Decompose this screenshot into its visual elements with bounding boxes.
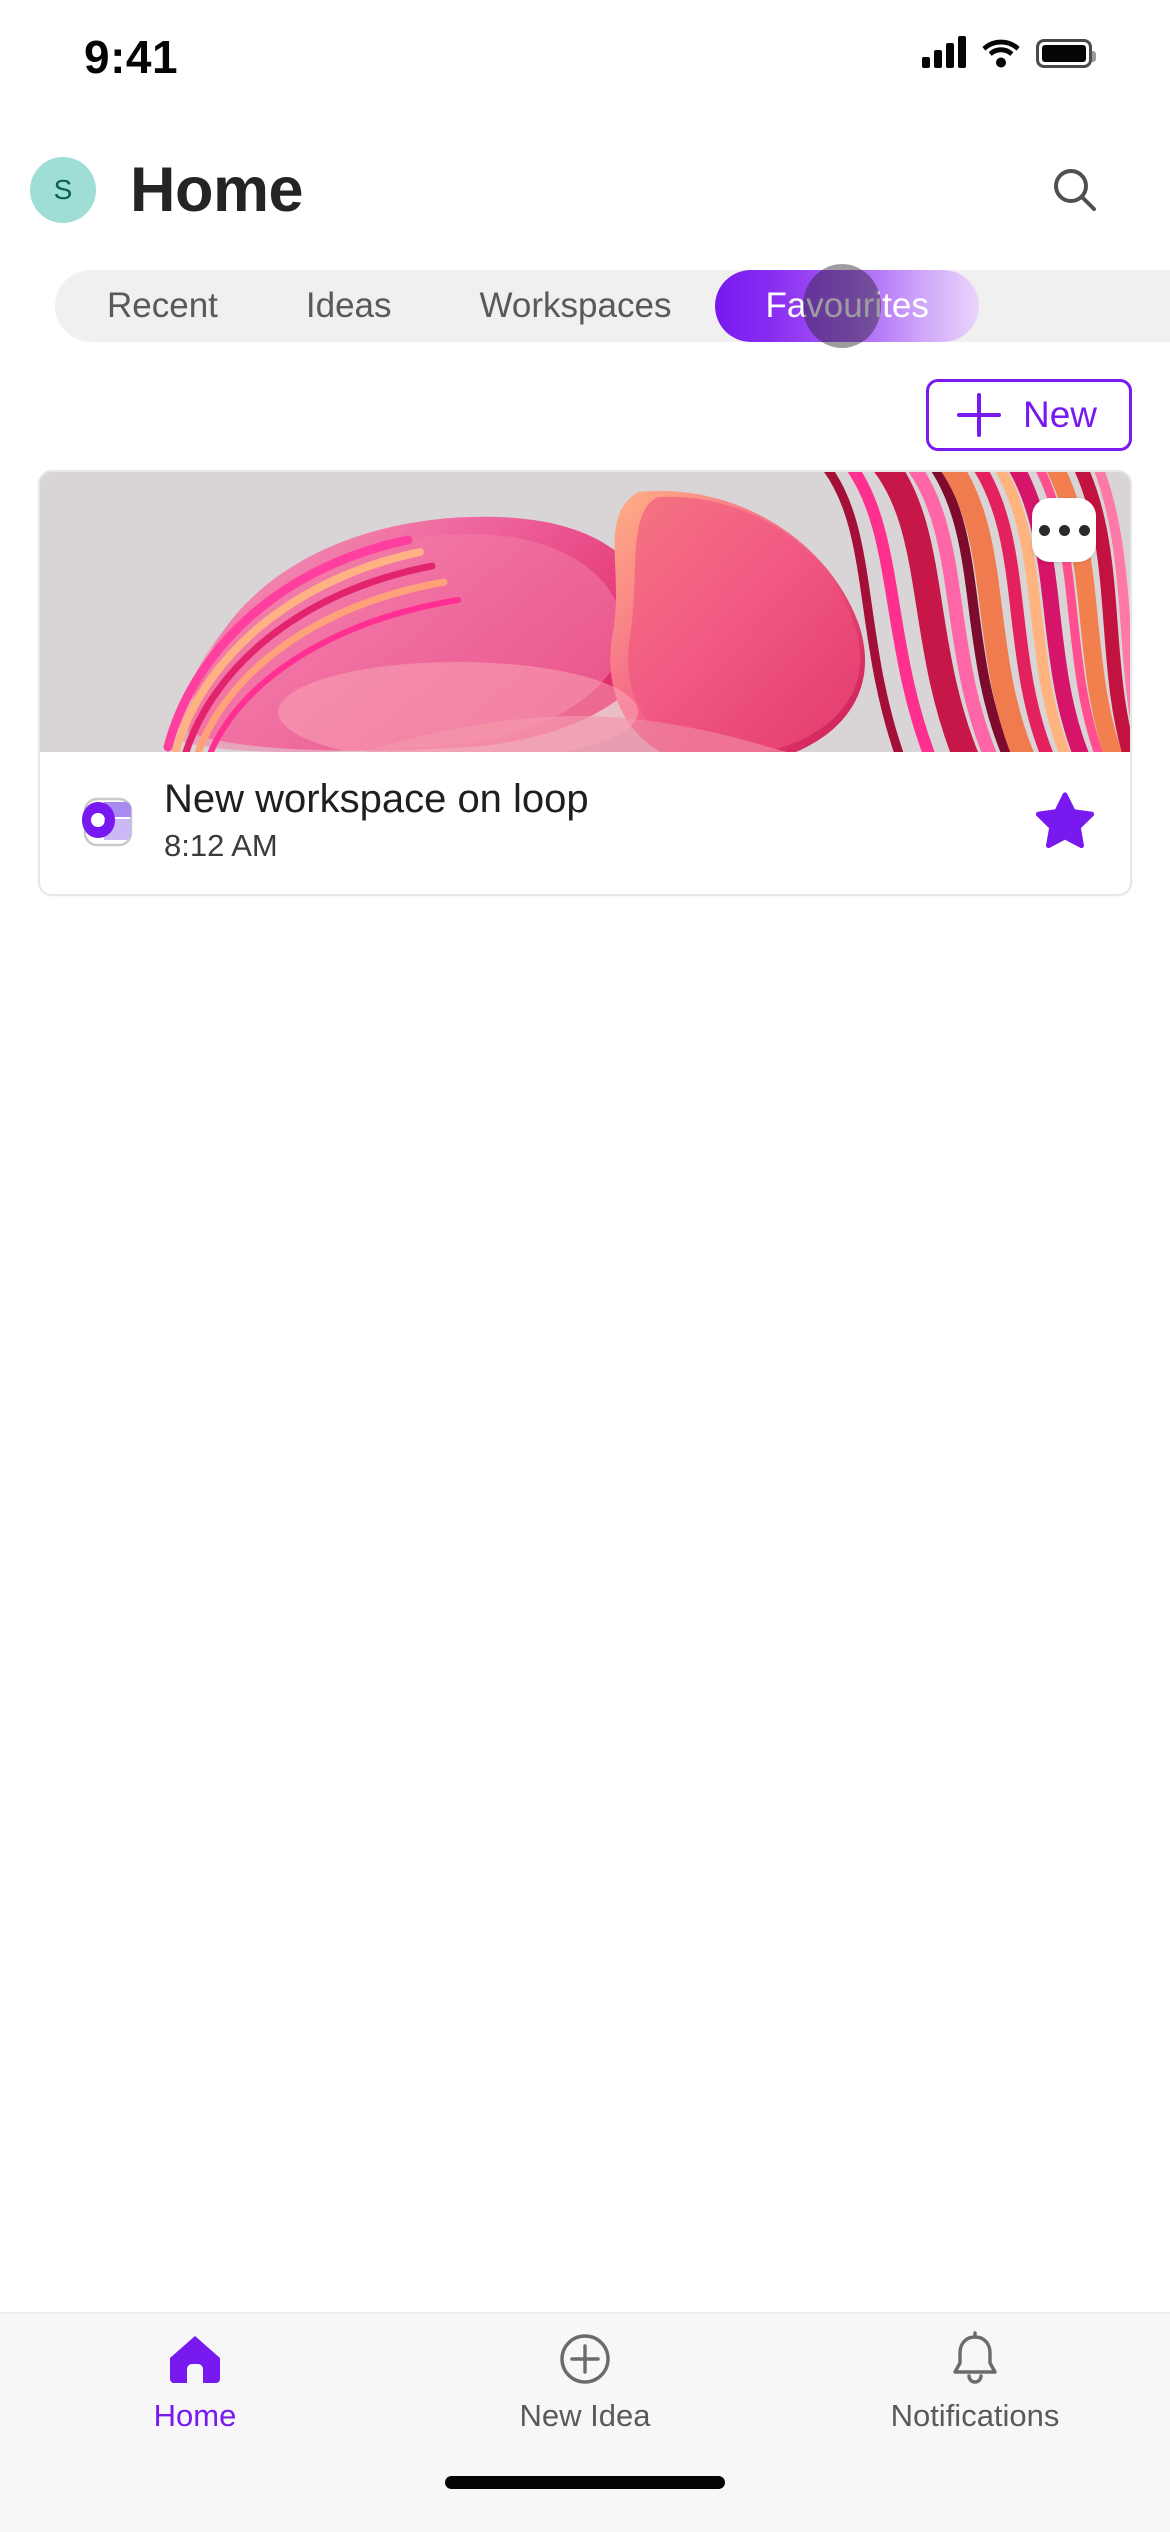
card-title: New workspace on loop [164, 777, 589, 821]
more-options-icon [1058, 524, 1070, 536]
bell-icon [953, 2331, 997, 2384]
bottom-navigation-bar: Home New Idea Notifications [0, 2312, 1170, 2464]
status-bar-indicators [922, 36, 1096, 68]
avatar-initial: S [53, 174, 73, 205]
home-indicator-area [0, 2464, 1170, 2532]
status-bar-time: 9:41 [84, 31, 179, 83]
home-indicator[interactable] [445, 2476, 725, 2489]
bell-icon-wrap [949, 2330, 1001, 2388]
tab-bar-container: Recent Ideas Workspaces Favourites [0, 250, 1170, 360]
home-icon [170, 2336, 220, 2383]
more-options-icon [1078, 524, 1090, 536]
card-footer: New workspace on loop 8:12 AM [40, 752, 1130, 894]
search-icon [1054, 169, 1096, 211]
more-options-icon [1038, 524, 1050, 536]
plus-circle-icon-wrap [558, 2330, 612, 2388]
nav-item-notifications-label: Notifications [890, 2398, 1060, 2433]
wifi-icon [982, 39, 1020, 68]
new-button[interactable]: New [925, 379, 1132, 451]
avatar[interactable]: S [30, 157, 96, 223]
card-timestamp: 8:12 AM [164, 828, 278, 863]
app-header: S Home [0, 130, 1170, 250]
tab-bar: Recent Ideas Workspaces Favourites [55, 264, 1170, 348]
card-thumbnail [40, 472, 1130, 752]
tab-recent[interactable]: Recent [63, 270, 262, 342]
battery-full-icon [1036, 39, 1096, 68]
nav-item-home-label: Home [153, 2398, 237, 2433]
app-screen: 9:41 S Home Recent Ideas Workspaces Favo… [0, 0, 1170, 2532]
abstract-artwork-image [40, 472, 1130, 752]
nav-item-home[interactable]: Home [0, 2330, 390, 2434]
cellular-bars-icon [922, 36, 966, 68]
list-item[interactable]: New workspace on loop 8:12 AM [38, 470, 1132, 896]
nav-item-new-idea[interactable]: New Idea [390, 2330, 780, 2434]
star-filled-icon[interactable] [1034, 789, 1096, 851]
search-button[interactable] [1040, 155, 1110, 225]
home-icon-wrap [167, 2330, 223, 2388]
tab-ideas-label: Ideas [305, 286, 392, 325]
tab-workspaces-label: Workspaces [479, 286, 672, 325]
tab-recent-label: Recent [107, 286, 218, 325]
nav-item-new-idea-label: New Idea [519, 2398, 651, 2433]
new-button-label: New [1022, 394, 1097, 435]
tab-ideas[interactable]: Ideas [262, 270, 436, 342]
tab-favourites-label: Favourites [765, 286, 929, 325]
content-area: New workspace on loop 8:12 AM [0, 470, 1170, 2312]
page-title: Home [130, 154, 304, 225]
toolbar-row: New [0, 360, 1170, 470]
tab-workspaces[interactable]: Workspaces [436, 270, 716, 342]
card-text-block: New workspace on loop 8:12 AM [164, 776, 1008, 864]
loop-app-icon [82, 797, 133, 847]
plus-circle-icon [560, 2334, 610, 2384]
more-options-button[interactable] [1032, 498, 1096, 562]
nav-item-notifications[interactable]: Notifications [780, 2330, 1170, 2434]
status-bar: 9:41 [0, 0, 1170, 130]
plus-icon [956, 393, 1001, 437]
tab-favourites[interactable]: Favourites [715, 264, 979, 348]
